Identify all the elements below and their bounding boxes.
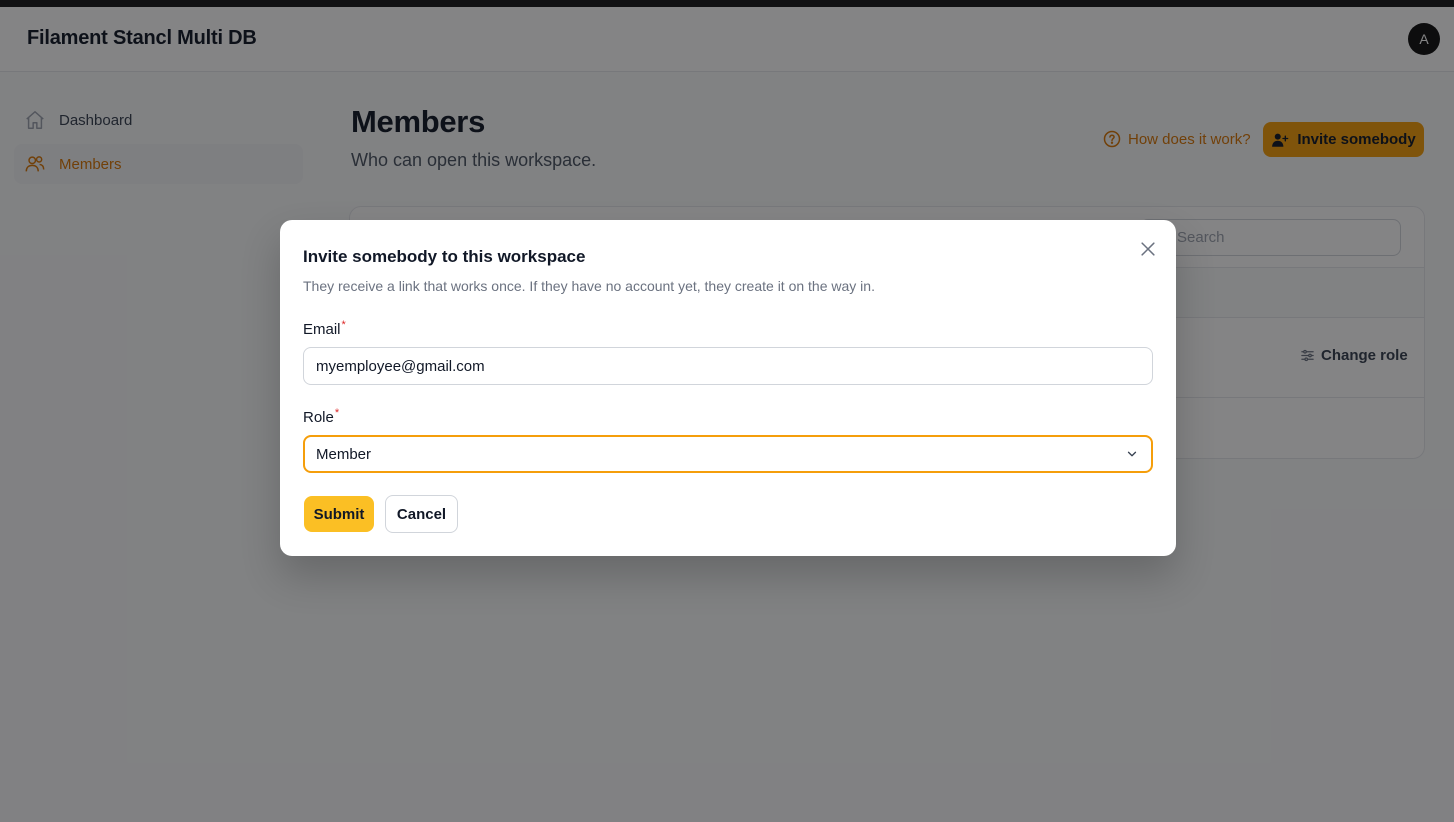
chevron-down-icon (1125, 447, 1139, 461)
cancel-button[interactable]: Cancel (385, 495, 458, 533)
invite-modal: Invite somebody to this workspace They r… (280, 220, 1176, 556)
role-select[interactable]: Member (303, 435, 1153, 473)
role-label-text: Role (303, 409, 334, 426)
role-label: Role* (303, 407, 340, 426)
role-select-value: Member (316, 445, 372, 463)
submit-button[interactable]: Submit (304, 496, 374, 532)
modal-description: They receive a link that works once. If … (303, 278, 875, 294)
required-marker: * (334, 407, 340, 419)
email-label-text: Email (303, 321, 341, 338)
email-field[interactable] (303, 347, 1153, 385)
required-marker: * (341, 319, 346, 331)
close-icon[interactable] (1137, 238, 1159, 260)
modal-title: Invite somebody to this workspace (303, 247, 586, 266)
email-label: Email* (303, 319, 346, 338)
